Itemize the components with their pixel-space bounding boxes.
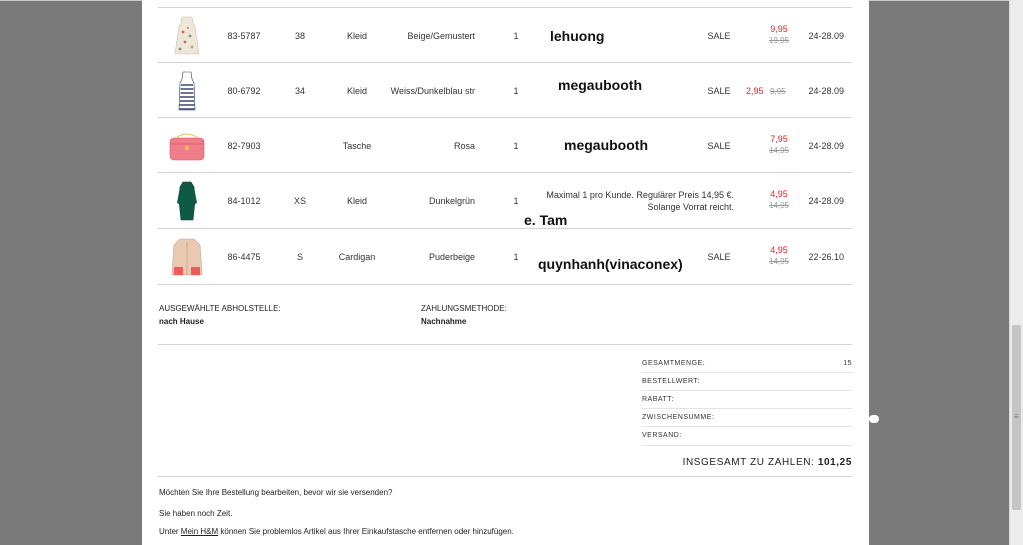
bag-pink-thumbnail[interactable] [168,124,206,168]
item-price: 4,95 14,95 [764,189,794,211]
sale-badge: SALE [707,141,731,151]
dress-stripe-thumbnail[interactable] [168,69,206,113]
price-current: 9,95 [770,24,788,34]
summary-label: ZWISCHENSUMME: [642,414,715,421]
price-original: 19,95 [768,36,790,45]
order-row: 82-7903 Tasche Rosa 1 SALE 7,95 14,95 24… [158,118,852,173]
summary-row: GESAMTMENGE: 15 [642,355,852,373]
order-row: 83-5787 38 Kleid Beige/Gemustert 1 SALE … [158,8,852,63]
total-amount: INSGESAMT ZU ZAHLEN: 101,25 [683,457,852,468]
dress-green-thumbnail[interactable] [168,179,206,223]
item-quantity: 1 [513,252,519,262]
article-number: 83-5787 [227,31,261,41]
order-row: 84-1012 XS Kleid Dunkelgrün 1 Maximal 1 … [158,173,852,228]
item-size: XS [293,196,306,206]
article-number: 80-6792 [227,86,261,96]
item-color: Rosa [453,141,475,151]
sale-badge: SALE [707,31,731,41]
total-value: 101,25 [817,457,852,468]
summary-row: VERSAND: [642,427,852,445]
delivery-date: 24-28.09 [808,196,844,206]
item-size: 38 [294,31,305,41]
summary-label: GESAMTMENGE: [642,360,706,367]
row-divider [158,284,852,285]
edit-instructions: Unter Mein H&M können Sie problemlos Art… [159,527,514,536]
scroll-grip-icon: ≡ [1014,412,1019,421]
item-price: 4,95 14,95 [764,245,794,267]
purchase-limit-note: Maximal 1 pro Kunde. Regulärer Preis 14,… [546,189,734,213]
summary-label: VERSAND: [642,432,682,439]
item-color: Puderbeige [428,252,475,262]
sale-badge: SALE [707,86,731,96]
instructions-prefix: Unter [159,527,179,536]
item-quantity: 1 [513,31,519,41]
summary-row: RABATT: [642,391,852,409]
article-number: 82-7903 [227,141,261,151]
article-number: 86-4475 [227,252,261,262]
summary-label: BESTELLWERT: [642,378,700,385]
item-size: 34 [294,86,305,96]
summary-label: RABATT: [642,396,674,403]
price-current: 2,95 [746,86,764,96]
delivery-date: 22-26.10 [808,252,844,262]
item-price: 9,95 19,95 [764,24,794,46]
price-original: 9,95 [770,87,786,96]
price-current: 4,95 [770,189,788,199]
section-divider [158,476,852,477]
item-color: Weiss/Dunkelblau str [390,86,475,96]
cardigan-thumbnail[interactable] [168,235,206,279]
sale-badge: SALE [707,252,731,262]
item-size: S [296,252,303,262]
order-page: 83-5787 38 Kleid Beige/Gemustert 1 SALE … [142,0,869,545]
overlay-name-text: quynhanh(vinaconex) [538,256,683,272]
price-current: 7,95 [770,134,788,144]
item-color: Beige/Gemustert [407,31,475,41]
payment-value: Nachnahme [421,317,467,326]
note-line: Maximal 1 pro Kunde. Regulärer Preis 14,… [546,190,734,200]
section-divider [158,344,852,345]
item-type: Kleid [346,31,367,41]
item-quantity: 1 [513,141,519,151]
my-hm-link[interactable]: Mein H&M [181,527,218,536]
delivery-date: 24-28.09 [808,86,844,96]
dress-print-thumbnail[interactable] [168,14,206,58]
side-handle [869,415,879,423]
item-type: Tasche [342,141,372,151]
pickup-value: nach Hause [159,317,204,326]
price-original: 14,95 [768,146,790,155]
order-row: 86-4475 S Cardigan Puderbeige 1 SALE 4,9… [158,229,852,284]
price-original: 14,95 [768,257,790,266]
overlay-name-text: e. Tam [524,212,568,228]
item-type: Kleid [346,196,367,206]
total-label: INSGESAMT ZU ZAHLEN: [682,457,815,468]
time-note: Sie haben noch Zeit. [159,509,233,518]
item-type: Kleid [346,86,367,96]
pickup-label: AUSGEWÄHLTE ABHOLSTELLE: [159,304,281,313]
order-row: 80-6792 34 Kleid Weiss/Dunkelblau str 1 … [158,63,852,118]
item-price: 2,95 9,95 [746,86,786,96]
summary-divider [642,445,852,446]
summary-row: ZWISCHENSUMME: [642,409,852,427]
item-quantity: 1 [513,196,519,206]
item-quantity: 1 [513,86,519,96]
price-original: 14,95 [768,201,790,210]
overlay-name-text: megaubooth [558,77,642,93]
price-current: 4,95 [770,245,788,255]
payment-label: ZAHLUNGSMETHODE: [421,304,507,313]
summary-row: BESTELLWERT: [642,373,852,391]
item-type: Cardigan [338,252,376,262]
article-number: 84-1012 [227,196,261,206]
item-color: Dunkelgrün [428,196,475,206]
note-line: Solange Vorrat reicht. [647,202,734,212]
vertical-scrollbar[interactable] [1009,0,1023,545]
overlay-name-text: megaubooth [564,137,648,153]
edit-question: Möchten Sie Ihre Bestellung bearbeiten, … [159,488,393,497]
delivery-date: 24-28.09 [808,31,844,41]
overlay-name-text: lehuong [550,28,605,44]
instructions-suffix: können Sie problemlos Artikel aus Ihrer … [220,527,514,536]
summary-value: 15 [843,360,852,367]
item-price: 7,95 14,95 [764,134,794,156]
delivery-date: 24-28.09 [808,141,844,151]
